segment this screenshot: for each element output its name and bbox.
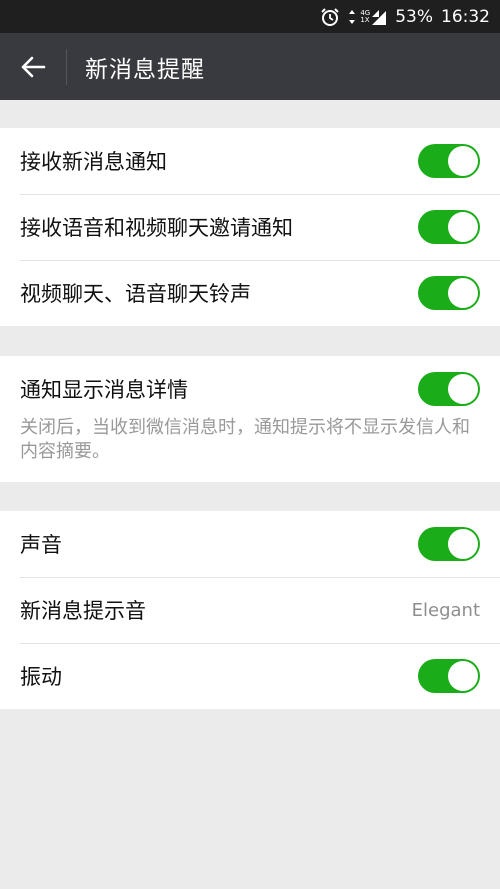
app-bar-divider [66, 48, 67, 85]
back-button[interactable] [0, 33, 66, 100]
battery-level: 53% [395, 6, 433, 27]
setting-row-call-invites: 接收语音和视频聊天邀请通知 [0, 194, 500, 260]
setting-label: 视频聊天、语音聊天铃声 [20, 282, 251, 306]
receive-new-messages-toggle[interactable] [418, 144, 480, 178]
toggle-knob [448, 374, 478, 404]
message-detail-section: 通知显示消息详情 关闭后，当收到微信消息时，通知提示将不显示发信人和内容摘要。 [0, 356, 500, 482]
clock-time: 16:32 [441, 6, 490, 27]
alarm-icon [320, 7, 340, 27]
setting-label: 接收新消息通知 [20, 150, 167, 174]
status-bar: 4G 1X 53% 16:32 [0, 0, 500, 33]
setting-label: 接收语音和视频聊天邀请通知 [20, 216, 293, 240]
page-title: 新消息提醒 [85, 56, 205, 83]
ringtone-value: Elegant [411, 599, 480, 621]
notification-section: 接收新消息通知 接收语音和视频聊天邀请通知 视频聊天、语音聊天铃声 [0, 128, 500, 326]
call-ringtone-toggle[interactable] [418, 276, 480, 310]
setting-description: 关闭后，当收到微信消息时，通知提示将不显示发信人和内容摘要。 [20, 417, 470, 462]
setting-label: 振动 [20, 665, 62, 689]
call-invites-toggle[interactable] [418, 210, 480, 244]
setting-row-sound: 声音 [0, 511, 500, 577]
toggle-knob [448, 212, 478, 242]
network-type-bottom: 1X [360, 15, 370, 24]
setting-row-receive-new-messages: 接收新消息通知 [0, 128, 500, 194]
sound-toggle[interactable] [418, 527, 480, 561]
setting-row-ringtone[interactable]: 新消息提示音 Elegant [0, 577, 500, 643]
toggle-knob [448, 278, 478, 308]
signal-icon: 4G 1X [360, 9, 387, 25]
vibrate-toggle[interactable] [418, 659, 480, 693]
toggle-knob [448, 529, 478, 559]
setting-row-call-ringtone: 视频聊天、语音聊天铃声 [0, 260, 500, 326]
show-details-toggle[interactable] [418, 372, 480, 406]
arrow-left-icon [21, 56, 46, 77]
setting-label: 新消息提示音 [20, 599, 146, 623]
toggle-knob [448, 146, 478, 176]
toggle-knob [448, 661, 478, 691]
setting-label: 声音 [20, 533, 62, 557]
app-bar: 新消息提醒 [0, 33, 500, 100]
setting-label: 通知显示消息详情 [20, 378, 188, 402]
setting-row-vibrate: 振动 [0, 643, 500, 709]
sound-section: 声音 新消息提示音 Elegant 振动 [0, 511, 500, 709]
data-arrows-icon [348, 9, 356, 25]
setting-row-show-details: 通知显示消息详情 [0, 356, 500, 422]
